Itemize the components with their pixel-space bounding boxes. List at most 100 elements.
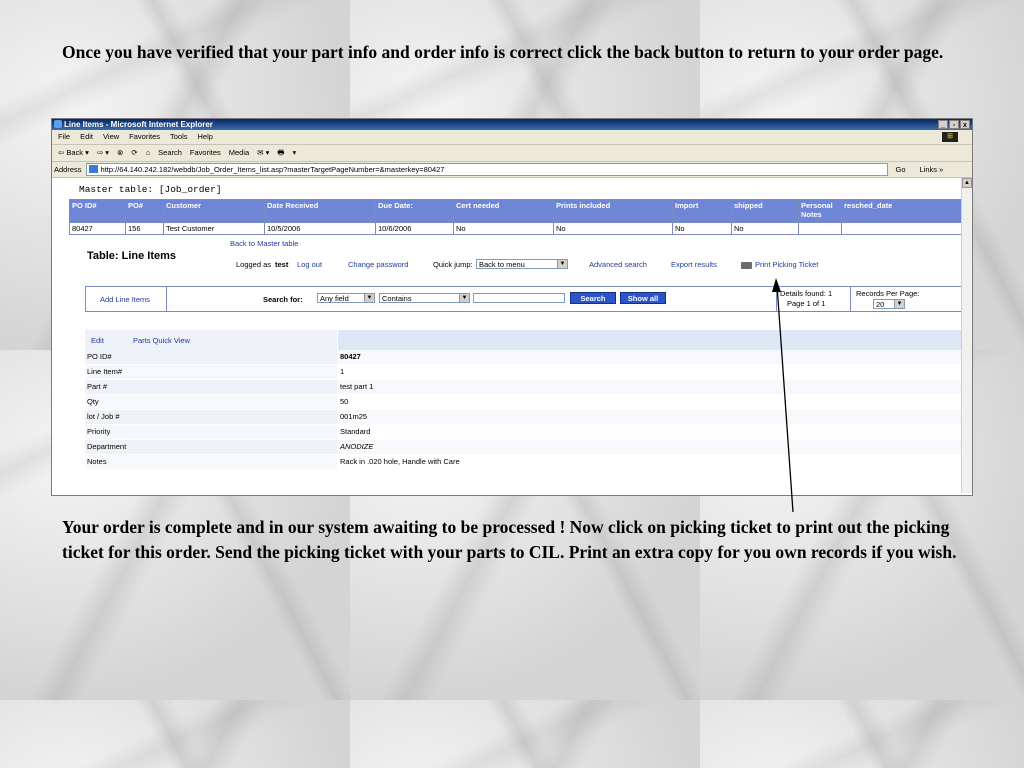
table-cell: [841, 222, 971, 235]
minimize-button[interactable]: _: [938, 120, 948, 129]
page-content: Master table: [Job_order] PO ID# PO# Cus…: [52, 178, 972, 493]
col-header: PO ID#: [69, 199, 126, 223]
detail-row: lot / Job #001m25: [85, 410, 962, 425]
change-password-link[interactable]: Change password: [348, 260, 408, 269]
detail-row: Notes Rack in .020 hole, Handle with Care: [85, 455, 962, 470]
table-cell: 10/6/2006: [375, 222, 454, 235]
menu-help[interactable]: Help: [198, 130, 213, 144]
detail-label: Qty: [85, 395, 337, 409]
nav-row: Logged as test Log out Change password Q…: [236, 259, 956, 272]
edit-link[interactable]: Edit: [91, 336, 104, 345]
vertical-scrollbar[interactable]: ▲: [961, 178, 972, 493]
address-bar: Address http://64.140.242.182/webdb/Job_…: [52, 162, 972, 178]
window-titlebar[interactable]: Line Items - Microsoft Internet Explorer…: [52, 119, 972, 130]
ie-window: Line Items - Microsoft Internet Explorer…: [51, 118, 973, 496]
toolbar: ⇦ Back ▾ ⇨ ▾ ⊗ ⟳ ⌂ Search Favorites Medi…: [52, 145, 972, 162]
back-to-master-link[interactable]: Back to Master table: [230, 239, 298, 248]
add-line-items-link[interactable]: Add Line Items: [100, 295, 150, 304]
menu-bar: File Edit View Favorites Tools Help ⊞: [52, 130, 972, 145]
page-title: Table: Line Items: [87, 250, 177, 262]
printer-icon: [741, 261, 752, 269]
quick-jump-value: Back to menu: [479, 260, 525, 269]
search-field-select[interactable]: Any field ▼: [317, 293, 375, 303]
close-button[interactable]: x: [960, 120, 970, 129]
detail-row: Line Item# 1: [85, 365, 962, 380]
menu-favorites[interactable]: Favorites: [129, 130, 160, 144]
detail-value: 50: [340, 397, 349, 406]
detail-value: 80427: [340, 352, 361, 361]
edit-dropdown-icon[interactable]: ▾: [292, 146, 296, 160]
menu-edit[interactable]: Edit: [80, 130, 93, 144]
table-cell: 156: [125, 222, 164, 235]
forward-button[interactable]: ⇨ ▾: [97, 146, 109, 160]
table-cell: Test Customer: [163, 222, 265, 235]
detail-row: PO ID# 80427: [85, 350, 962, 365]
chevron-down-icon: ▼: [894, 300, 904, 308]
links-button[interactable]: Links »: [920, 163, 944, 177]
scroll-up-icon[interactable]: ▲: [962, 178, 972, 188]
export-results-link[interactable]: Export results: [671, 260, 717, 269]
address-field[interactable]: http://64.140.242.182/webdb/Job_Order_It…: [85, 163, 888, 176]
col-header: Cert needed: [453, 199, 554, 223]
page-icon: [88, 165, 98, 173]
table-row: 80427 156 Test Customer 10/5/2006 10/6/2…: [69, 222, 971, 235]
page-info: Page 1 of 1: [787, 299, 826, 308]
details-found: Details found: 1: [780, 289, 833, 298]
table-cell: No: [553, 222, 673, 235]
home-icon[interactable]: ⌂: [146, 146, 151, 160]
search-operator-select[interactable]: Contains ▼: [379, 293, 470, 303]
favorites-button[interactable]: Favorites: [190, 146, 221, 160]
table-cell: 80427: [69, 222, 126, 235]
address-url: http://64.140.242.182/webdb/Job_Order_It…: [100, 165, 445, 174]
logout-link[interactable]: Log out: [297, 260, 322, 269]
search-button[interactable]: Search: [158, 146, 182, 160]
instruction-text-top: Once you have verified that your part in…: [62, 42, 944, 62]
detail-row: Part # test part 1: [85, 380, 962, 395]
parts-quick-view-link[interactable]: Parts Quick View: [133, 336, 190, 345]
col-header: Import: [672, 199, 732, 223]
menu-tools[interactable]: Tools: [170, 130, 188, 144]
chevron-down-icon: ▼: [557, 260, 567, 268]
go-button[interactable]: Go: [896, 163, 906, 177]
print-icon[interactable]: 🖶: [277, 146, 284, 160]
detail-label: lot / Job #: [85, 410, 337, 424]
restore-button[interactable]: ▫: [949, 120, 959, 129]
search-bar: Add Line Items Search for: Any field ▼ C…: [85, 286, 965, 312]
chevron-down-icon: ▼: [364, 294, 374, 302]
quick-jump-label: Quick jump:: [433, 260, 473, 269]
master-table: PO ID# PO# Customer Date Received Due Da…: [69, 199, 971, 235]
stop-icon[interactable]: ⊗: [117, 146, 123, 160]
table-cell: No: [731, 222, 799, 235]
logged-as-label: Logged as: [236, 260, 272, 269]
refresh-icon[interactable]: ⟳: [131, 146, 137, 160]
show-all-button[interactable]: Show all: [620, 292, 666, 304]
col-header: Date Received: [264, 199, 376, 223]
username: test: [275, 260, 289, 269]
detail-value: 1: [340, 367, 345, 376]
table-cell: No: [453, 222, 554, 235]
detail-label: Line Item#: [85, 365, 337, 379]
mail-icon[interactable]: ✉ ▾: [257, 146, 269, 160]
search-input[interactable]: [473, 293, 565, 303]
media-button[interactable]: Media: [229, 146, 249, 160]
detail-label: Priority: [85, 425, 337, 439]
instruction-text-bottom: Your order is complete and in our system…: [62, 517, 957, 562]
col-header: Personal Notes: [798, 199, 842, 223]
quick-jump-select[interactable]: Back to menu ▼: [476, 259, 568, 269]
window-title: Line Items - Microsoft Internet Explorer: [64, 120, 213, 129]
search-for-label: Search for:: [263, 295, 303, 304]
detail-value: ANODIZE: [340, 442, 374, 451]
col-header: shipped: [731, 199, 799, 223]
table-cell: 10/5/2006: [264, 222, 376, 235]
menu-file[interactable]: File: [58, 130, 70, 144]
advanced-search-link[interactable]: Advanced search: [589, 260, 647, 269]
back-button[interactable]: ⇦ Back ▾: [58, 146, 89, 160]
print-picking-ticket-link[interactable]: Print Picking Ticket: [741, 260, 818, 269]
detail-value: Standard: [340, 427, 371, 436]
menu-view[interactable]: View: [103, 130, 119, 144]
detail-value: test part 1: [340, 382, 374, 391]
windows-logo-icon: ⊞: [942, 132, 958, 142]
records-per-page-label: Records Per Page:: [856, 289, 920, 298]
search-submit-button[interactable]: Search: [570, 292, 616, 304]
records-per-page-select[interactable]: 20 ▼: [873, 299, 905, 309]
